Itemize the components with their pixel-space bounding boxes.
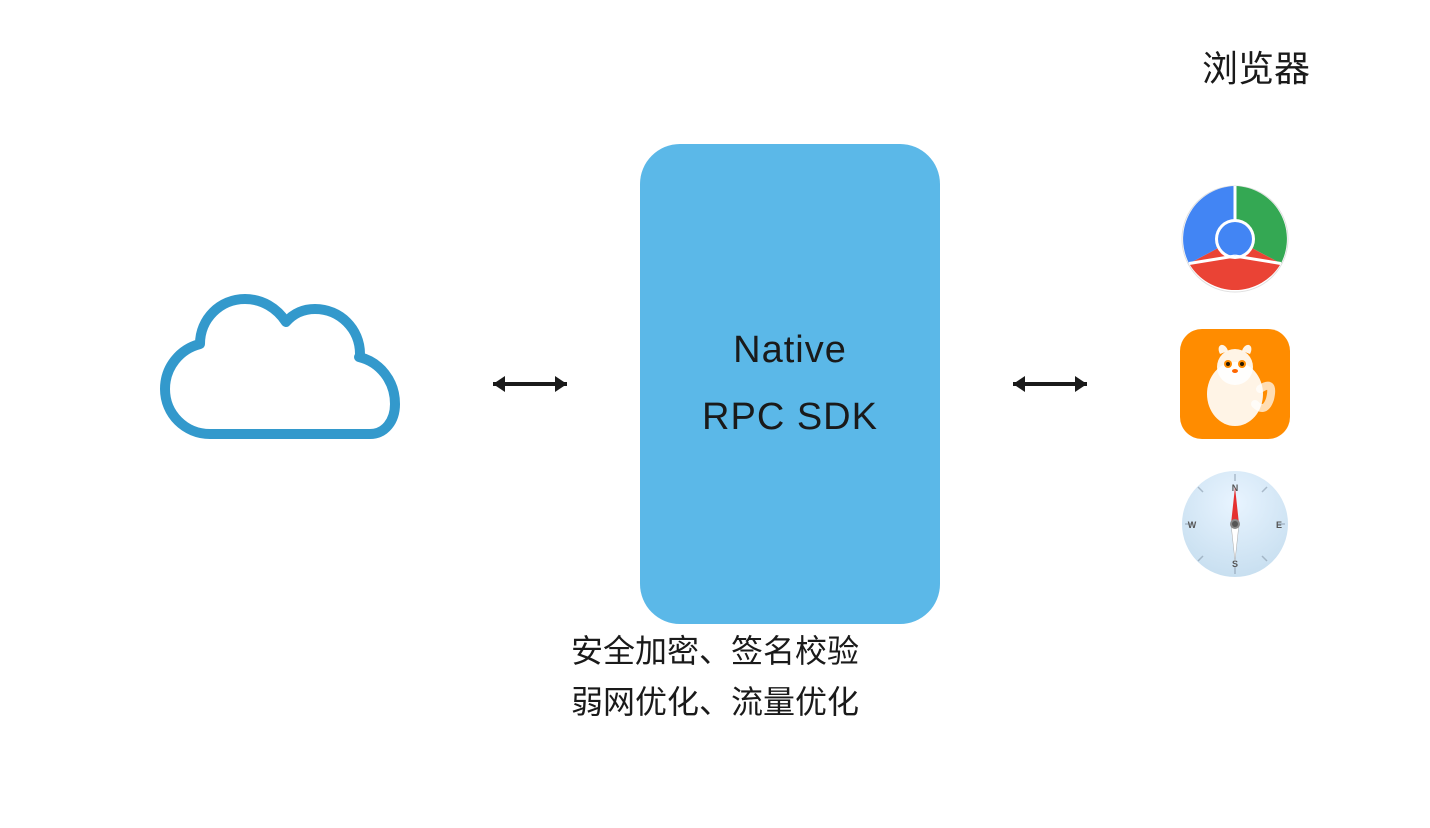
chrome-icon xyxy=(1180,184,1290,299)
native-label: Native xyxy=(733,329,847,372)
cloud-icon xyxy=(150,294,410,474)
description-line1: 安全加密、签名校验 xyxy=(571,626,859,677)
left-arrow-container xyxy=(480,364,580,404)
browser-icons: N S W E xyxy=(1180,184,1290,584)
svg-text:E: E xyxy=(1276,520,1282,530)
description-line2: 弱网优化、流量优化 xyxy=(571,677,859,728)
sdk-box: Native RPC SDK xyxy=(640,144,940,624)
page-container: 浏览器 Native RPC SDK xyxy=(0,0,1430,828)
safari-icon: N S W E xyxy=(1180,469,1290,584)
description: 安全加密、签名校验 弱网优化、流量优化 xyxy=(571,626,859,728)
browser-label: 浏览器 xyxy=(1202,40,1310,92)
right-arrow-container xyxy=(1000,364,1100,404)
rpc-label: RPC SDK xyxy=(702,396,878,439)
diagram: Native RPC SDK xyxy=(140,144,1290,624)
right-arrow-icon xyxy=(1005,364,1095,404)
cloud-container xyxy=(140,294,420,474)
svg-text:W: W xyxy=(1188,520,1197,530)
left-arrow-icon xyxy=(485,364,575,404)
uc-browser-icon xyxy=(1180,329,1290,439)
